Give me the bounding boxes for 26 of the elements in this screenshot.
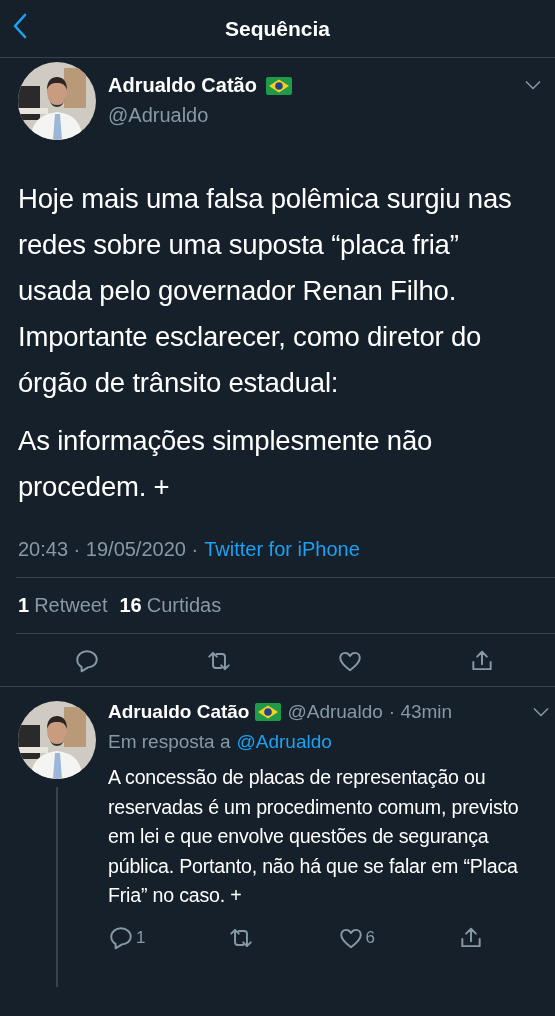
author-handle[interactable]: @Adrualdo bbox=[108, 104, 525, 127]
back-icon[interactable] bbox=[12, 13, 28, 39]
stat-label[interactable]: Retweet bbox=[34, 594, 108, 617]
reply-label: Em resposta a bbox=[108, 731, 231, 753]
stat-count: 16 bbox=[119, 594, 142, 617]
tweet-time: · 43min bbox=[388, 701, 453, 723]
action-count: 1 bbox=[136, 927, 146, 948]
chevron-down-icon[interactable] bbox=[533, 707, 549, 717]
stat-count: 1 bbox=[18, 594, 30, 617]
tweet-text: Hoje mais uma falsa polêmica surgiu nas redes sobre uma suposta “placa fria” usada pelo governador Renan Filho. Importante esclarecer, como diretor do órgão de trânsito estadual: bbox=[18, 182, 513, 400]
flag-icon bbox=[265, 76, 292, 95]
reply-icon[interactable] bbox=[74, 648, 100, 674]
author-handle[interactable]: @Adrualdo bbox=[287, 701, 383, 723]
chevron-down-icon[interactable] bbox=[525, 80, 541, 90]
author-name[interactable]: Adrualdo Catão bbox=[108, 701, 250, 723]
stat-label[interactable]: Curtidas bbox=[146, 594, 222, 617]
tweet-text: As informações simplesmente não procedem. + bbox=[18, 424, 434, 504]
flag-icon bbox=[255, 703, 282, 721]
reply-icon[interactable] bbox=[108, 924, 134, 951]
action-count: 6 bbox=[365, 927, 375, 948]
author-name[interactable]: Adrualdo Catão bbox=[108, 74, 257, 97]
tweet-timestamp: 20:43 · 19/05/2020 · bbox=[18, 538, 199, 561]
tweet-text: A concessão de placas de representação ou reservadas é um procedimento comum, previsto em lei e que envolve questões de segurança pública. Portanto, não há que se falar em “Placa Fria” no caso. + bbox=[108, 765, 520, 908]
mention-link[interactable]: @Adrualdo bbox=[236, 731, 332, 753]
source-link[interactable]: Twitter for iPhone bbox=[204, 538, 360, 561]
page-title: Sequência bbox=[224, 16, 330, 41]
